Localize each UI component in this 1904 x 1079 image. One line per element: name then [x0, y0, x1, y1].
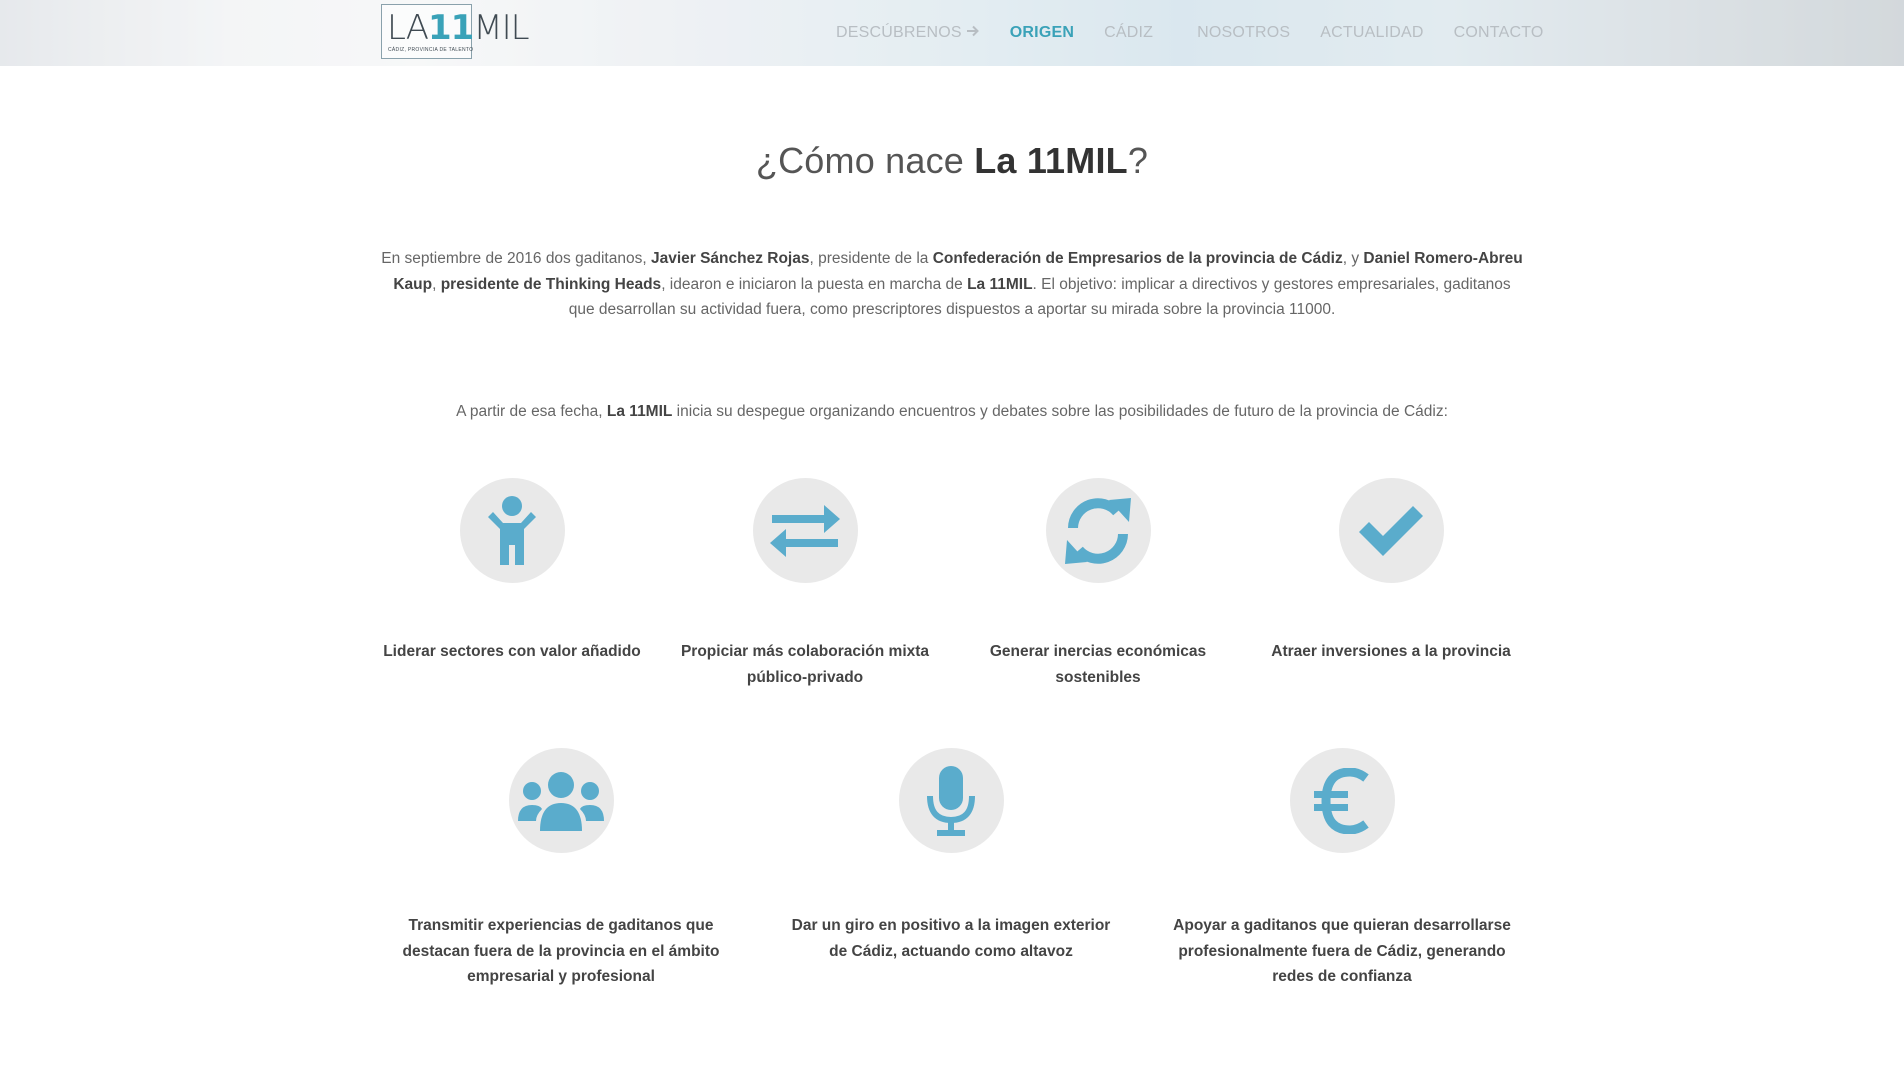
nav-item-descubrenos[interactable]: Descúbrenos [836, 24, 980, 42]
site-header: LA11MIL Cádiz, provincia de talento Desc… [0, 0, 1904, 66]
feature-icon-circle [898, 748, 1004, 853]
feature-icon-circle [1045, 478, 1151, 583]
intro-paragraph: En septiembre de 2016 dos gaditanos, Jav… [381, 250, 1523, 318]
logo-wordmark: LA11MIL [387, 8, 530, 48]
feature-icon-circle [459, 478, 565, 583]
feature-label: Generar inercias económicas sostenibles [989, 643, 1207, 686]
arrow-right-icon [966, 24, 980, 42]
feature-icon-circle [1289, 748, 1395, 853]
main-nav: Descúbrenos Origen Cádiz Nosotros Actual… [836, 0, 1574, 66]
feature-item: Propiciar más colaboración mixta público… [670, 478, 940, 690]
feature-label: Apoyar a gaditanos que quieran desarroll… [1173, 917, 1511, 985]
logo-tagline: Cádiz, provincia de talento [388, 47, 474, 53]
site-logo[interactable]: LA11MIL Cádiz, provincia de talento [381, 4, 530, 59]
feature-label: Atraer inversiones a la provincia [1271, 643, 1511, 660]
nav-item-actualidad[interactable]: Actualidad [1320, 24, 1423, 42]
feature-item: Apoyar a gaditanos que quieran desarroll… [1158, 748, 1526, 990]
nav-item-cadiz[interactable]: Cádiz [1104, 24, 1153, 42]
feature-item: Transmitir experiencias de gaditanos que… [377, 748, 745, 990]
feature-item: Liderar sectores con valor añadido [377, 478, 647, 665]
feature-item: Generar inercias económicas sostenibles [963, 478, 1233, 690]
feature-item: Atraer inversiones a la provincia [1256, 478, 1526, 665]
nav-item-nosotros[interactable]: Nosotros [1197, 24, 1290, 42]
feature-label: Dar un giro en positivo a la imagen exte… [791, 917, 1111, 960]
subintro-paragraph: A partir de esa fecha, La 11MIL inicia s… [456, 403, 1448, 420]
feature-label: Liderar sectores con valor añadido [383, 643, 641, 660]
feature-icon-circle [752, 478, 858, 583]
page-title: ¿Cómo nace La 11MIL? [755, 140, 1149, 181]
feature-item: Dar un giro en positivo a la imagen exte… [782, 748, 1120, 964]
feature-label: Transmitir experiencias de gaditanos que… [402, 917, 720, 985]
nav-item-contacto[interactable]: Contacto [1454, 24, 1544, 42]
feature-icon-circle [508, 748, 614, 853]
feature-label: Propiciar más colaboración mixta público… [680, 643, 930, 686]
nav-item-origen[interactable]: Origen [1010, 24, 1074, 42]
feature-icon-circle [1338, 478, 1444, 583]
